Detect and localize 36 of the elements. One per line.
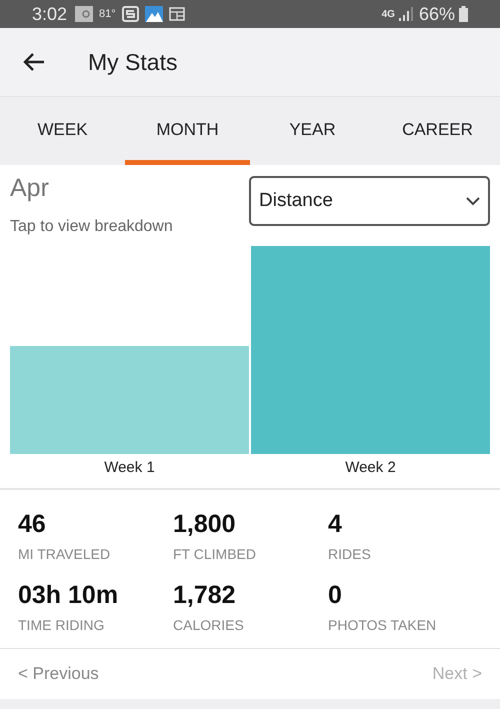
network-type-text: 4G <box>382 8 395 22</box>
status-time: 3:02 <box>32 2 68 26</box>
calendar-icon <box>168 7 185 21</box>
battery-icon <box>459 6 468 22</box>
stat-label: FT CLIMBED <box>173 545 257 564</box>
tab[interactable]: YEAR <box>250 97 375 165</box>
stat-value: 03h 10m <box>18 581 120 609</box>
signal-icon <box>398 7 413 21</box>
stat-label: PHOTOS TAKEN <box>328 616 438 635</box>
stat-label: MI TRAVELED <box>18 545 112 564</box>
app-notification-icon <box>122 6 139 22</box>
stat-value: 1,800 <box>173 510 237 538</box>
bar-label: Week 2 <box>345 458 396 478</box>
caret-icon <box>466 196 480 206</box>
screen-title: My Stats <box>88 48 178 77</box>
stat-value: 4 <box>328 510 343 538</box>
mountain-app-icon <box>144 6 163 22</box>
notification-icon <box>75 6 94 22</box>
tab[interactable]: CAREER <box>375 97 500 165</box>
stat-value: 46 <box>18 510 47 538</box>
period-title: Apr <box>10 173 50 203</box>
chart-bar[interactable] <box>251 246 490 454</box>
pager-link[interactable]: < Previous <box>18 661 99 687</box>
stat-label: CALORIES <box>173 616 245 635</box>
stat-value: 1,782 <box>173 581 237 609</box>
stat-label: RIDES <box>328 545 372 564</box>
tab[interactable]: WEEK <box>0 97 125 165</box>
breakdown-hint: Tap to view breakdown <box>10 217 173 237</box>
back-arrow-icon <box>23 53 45 71</box>
chart-bar[interactable] <box>10 346 249 454</box>
battery-percent: 66% <box>418 2 455 26</box>
stat-value: 0 <box>328 581 343 609</box>
temperature-text: 81° <box>99 6 116 22</box>
stat-label: TIME RIDING <box>18 616 106 635</box>
bar-label: Week 1 <box>104 458 155 478</box>
metric-dropdown[interactable]: Distance <box>249 176 490 226</box>
